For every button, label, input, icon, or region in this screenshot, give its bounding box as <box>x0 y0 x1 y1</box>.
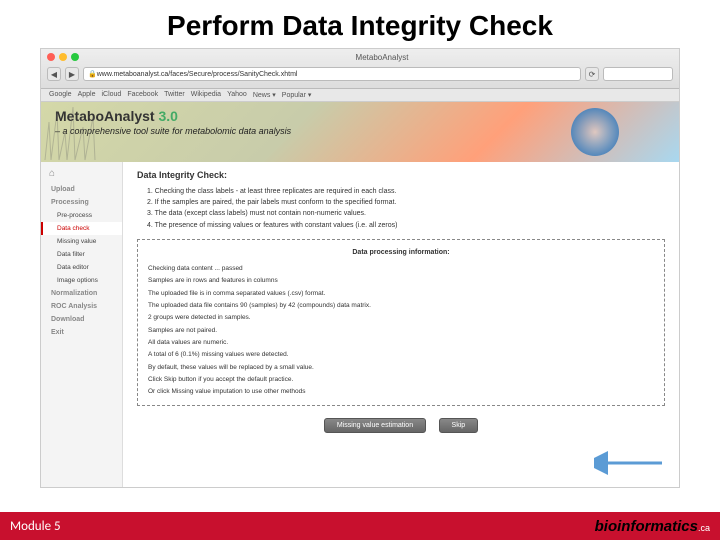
bookmark-item[interactable]: News ▾ <box>253 91 276 99</box>
logo-version: 3.0 <box>158 108 177 124</box>
bookmark-item[interactable]: Apple <box>78 91 96 99</box>
check-item: 2. If the samples are paired, the pair l… <box>147 197 665 208</box>
check-list: 1. Checking the class labels - at least … <box>137 186 665 231</box>
window-controls <box>41 49 85 65</box>
sidebar-item-exit[interactable]: Exit <box>41 326 122 339</box>
footer-module: Module 5 <box>10 519 61 534</box>
sidebar-item-data-filter[interactable]: Data filter <box>41 248 122 261</box>
nav-toolbar: ◀ ▶ 🔒 www.metaboanalyst.ca/faces/Secure/… <box>41 65 679 83</box>
sidebar-item-normalization[interactable]: Normalization <box>41 287 122 300</box>
info-line: A total of 6 (0.1%) missing values were … <box>148 349 654 361</box>
annotation-arrow-icon <box>594 449 664 482</box>
sidebar-item-upload[interactable]: Upload <box>41 183 122 196</box>
sidebar-item-image-options[interactable]: Image options <box>41 274 122 287</box>
info-line: All data values are numeric. <box>148 337 654 349</box>
app-header-banner: MetaboAnalyst 3.0 – a comprehensive tool… <box>41 102 679 162</box>
info-line: Click Skip button if you accept the defa… <box>148 374 654 386</box>
search-input[interactable] <box>603 67 673 81</box>
info-line: Samples are not paired. <box>148 325 654 337</box>
info-line: The uploaded data file contains 90 (samp… <box>148 300 654 312</box>
bookmark-item[interactable]: Wikipedia <box>191 91 221 99</box>
zoom-icon[interactable] <box>71 53 79 61</box>
info-line: Or click Missing value imputation to use… <box>148 386 654 398</box>
reload-button[interactable]: ⟳ <box>585 67 599 81</box>
check-item: 1. Checking the class labels - at least … <box>147 186 665 197</box>
footer-brand-text: bioinformatics <box>595 518 698 535</box>
decorative-peaks-icon <box>43 102 103 162</box>
main-content: Data Integrity Check: 1. Checking the cl… <box>123 162 679 488</box>
info-box-header: Data processing information: <box>148 246 654 259</box>
missing-value-button[interactable]: Missing value estimation <box>324 418 426 433</box>
bookmark-item[interactable]: iCloud <box>101 91 121 99</box>
skip-button[interactable]: Skip <box>439 418 479 433</box>
sidebar-item-processing[interactable]: Processing <box>41 196 122 209</box>
sidebar-item-missing-value[interactable]: Missing value <box>41 235 122 248</box>
info-line: Checking data content ... passed <box>148 263 654 275</box>
info-line: Samples are in rows and features in colu… <box>148 275 654 287</box>
bookmarks-bar: Google Apple iCloud Facebook Twitter Wik… <box>41 89 679 102</box>
sidebar-item-data-check[interactable]: Data check <box>41 222 122 235</box>
url-text: www.metaboanalyst.ca/faces/Secure/proces… <box>97 71 298 78</box>
sidebar: ⌂ Upload Processing Pre-process Data che… <box>41 162 123 488</box>
slide-title: Perform Data Integrity Check <box>0 0 720 48</box>
bookmark-item[interactable]: Google <box>49 91 72 99</box>
sidebar-item-roc[interactable]: ROC Analysis <box>41 300 122 313</box>
browser-window: MetaboAnalyst ◀ ▶ 🔒 www.metaboanalyst.ca… <box>40 48 680 488</box>
check-item: 3. The data (except class labels) must n… <box>147 208 665 219</box>
page-heading: Data Integrity Check: <box>137 170 665 180</box>
sidebar-item-preprocess[interactable]: Pre-process <box>41 209 122 222</box>
sidebar-item-download[interactable]: Download <box>41 313 122 326</box>
footer-tld: .ca <box>698 523 710 533</box>
minimize-icon[interactable] <box>59 53 67 61</box>
bookmark-item[interactable]: Popular ▾ <box>282 91 312 99</box>
app-body: ⌂ Upload Processing Pre-process Data che… <box>41 162 679 488</box>
slide-footer: Module 5 bioinformatics.ca <box>0 512 720 540</box>
close-icon[interactable] <box>47 53 55 61</box>
browser-chrome: MetaboAnalyst ◀ ▶ 🔒 www.metaboanalyst.ca… <box>41 49 679 89</box>
sidebar-item-data-editor[interactable]: Data editor <box>41 261 122 274</box>
back-button[interactable]: ◀ <box>47 67 61 81</box>
info-box: Data processing information: Checking da… <box>137 239 665 406</box>
info-line: The uploaded file is in comma separated … <box>148 288 654 300</box>
forward-button[interactable]: ▶ <box>65 67 79 81</box>
bookmark-item[interactable]: Facebook <box>127 91 158 99</box>
logo-badge-icon <box>571 108 619 156</box>
bookmark-item[interactable]: Twitter <box>164 91 185 99</box>
info-line: By default, these values will be replace… <box>148 362 654 374</box>
bookmark-item[interactable]: Yahoo <box>227 91 247 99</box>
info-line: 2 groups were detected in samples. <box>148 312 654 324</box>
button-row: Missing value estimation Skip <box>137 414 665 433</box>
footer-brand: bioinformatics.ca <box>595 518 710 535</box>
check-item: 4. The presence of missing values or fea… <box>147 220 665 231</box>
home-icon[interactable]: ⌂ <box>41 166 122 183</box>
browser-tab-title: MetaboAnalyst <box>41 49 679 62</box>
url-bar[interactable]: 🔒 www.metaboanalyst.ca/faces/Secure/proc… <box>83 67 581 81</box>
